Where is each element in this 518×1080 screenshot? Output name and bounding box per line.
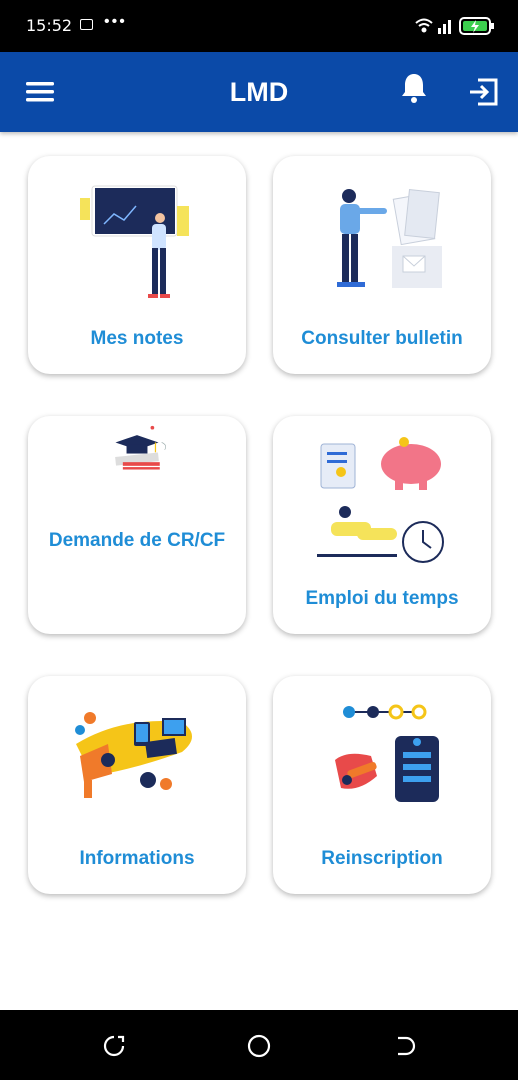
bell-icon bbox=[402, 74, 426, 103]
signal-icon bbox=[438, 20, 451, 34]
card-label: Consulter bulletin bbox=[301, 328, 463, 349]
card-mes-notes[interactable]: Mes notes bbox=[28, 156, 246, 374]
notifications-button[interactable] bbox=[396, 70, 432, 106]
logout-icon bbox=[470, 78, 498, 106]
bulletin-box-illustration bbox=[337, 189, 442, 288]
back-icon[interactable] bbox=[390, 1032, 418, 1060]
status-bar: 15:52 ••• bbox=[0, 0, 518, 52]
card-informations[interactable]: Informations bbox=[28, 676, 246, 894]
card-consulter-bulletin[interactable]: Consulter bulletin bbox=[273, 156, 491, 374]
registration-illustration bbox=[335, 704, 439, 802]
grades-board-illustration bbox=[80, 185, 189, 298]
card-label: Emploi du temps bbox=[305, 588, 459, 609]
home-icon[interactable] bbox=[245, 1032, 273, 1060]
app-bar: LMD bbox=[0, 52, 518, 132]
card-reinscription[interactable]: Reinscription bbox=[273, 676, 491, 894]
status-time: 15:52 bbox=[26, 16, 73, 35]
card-emploi-du-temps[interactable]: Emploi du temps bbox=[273, 416, 491, 634]
message-notification-icon bbox=[80, 19, 93, 30]
schedule-illustration bbox=[317, 437, 444, 563]
wifi-icon bbox=[415, 18, 433, 33]
graduation-cap-illustration bbox=[115, 425, 167, 470]
megaphone-illustration bbox=[75, 712, 192, 798]
more-notifications-icon: ••• bbox=[104, 13, 127, 30]
logout-button[interactable] bbox=[466, 74, 502, 110]
recent-apps-icon[interactable] bbox=[100, 1032, 128, 1060]
card-label: Mes notes bbox=[90, 328, 184, 349]
battery-icon bbox=[459, 17, 494, 35]
card-demande-cr-cf[interactable]: Demande de CR/CF bbox=[28, 416, 246, 634]
system-navigation-bar bbox=[0, 1010, 518, 1080]
card-label: Informations bbox=[79, 848, 195, 869]
system-status-icons bbox=[415, 17, 494, 35]
page-title: LMD bbox=[229, 77, 289, 107]
card-label: Demande de CR/CF bbox=[48, 530, 226, 551]
card-label: Reinscription bbox=[321, 848, 443, 869]
